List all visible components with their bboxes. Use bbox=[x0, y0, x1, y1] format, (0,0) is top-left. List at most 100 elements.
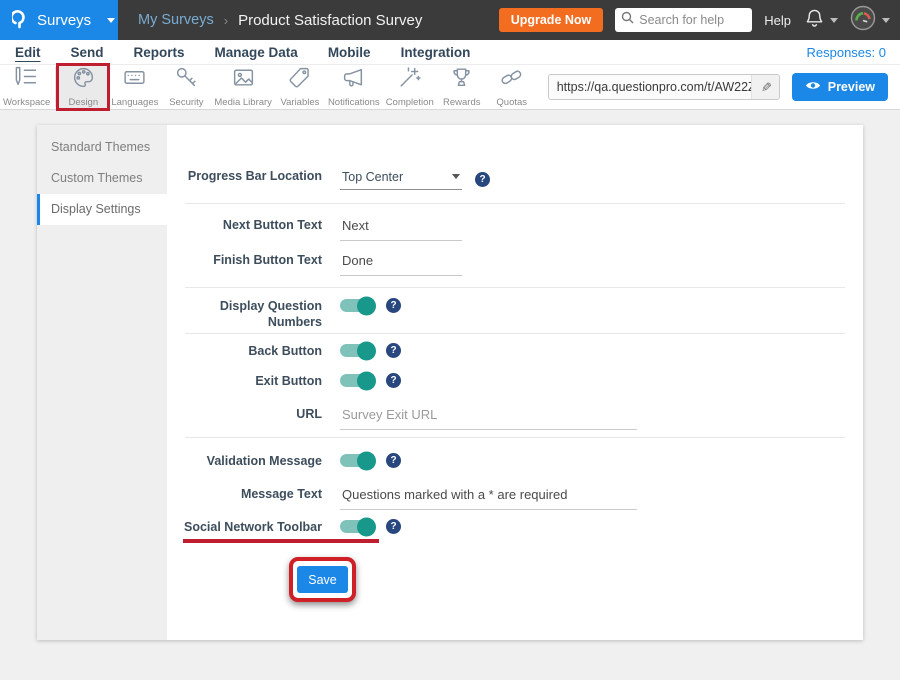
workspace-icon bbox=[14, 65, 39, 95]
page-title: Product Satisfaction Survey bbox=[238, 12, 422, 29]
sidebar-item-display-settings[interactable]: Display Settings bbox=[37, 194, 167, 225]
social-network-toolbar-label: Social Network Toolbar bbox=[167, 519, 322, 535]
search-icon bbox=[621, 11, 634, 29]
rewards-trophy-icon bbox=[449, 65, 474, 95]
toolbar-item-rewards[interactable]: Rewards bbox=[437, 65, 487, 109]
responses-count[interactable]: Responses: 0 bbox=[807, 45, 900, 60]
toolbar-item-label: Languages bbox=[111, 97, 158, 108]
account-menu-button[interactable] bbox=[850, 5, 890, 36]
social-network-toolbar-row: Social Network Toolbar bbox=[167, 519, 863, 535]
design-settings-card: Standard Themes Custom Themes Display Se… bbox=[37, 125, 863, 640]
section-divider bbox=[185, 333, 845, 334]
back-button-row: Back Button bbox=[167, 343, 863, 359]
exit-url-input[interactable] bbox=[340, 406, 637, 430]
upgrade-now-button[interactable]: Upgrade Now bbox=[499, 8, 604, 32]
toolbar-item-label: Security bbox=[169, 97, 203, 108]
preview-button[interactable]: Preview bbox=[792, 73, 888, 101]
exit-url-label: URL bbox=[167, 406, 322, 422]
message-text-input[interactable] bbox=[340, 486, 637, 510]
toolbar-item-label: Variables bbox=[280, 97, 319, 108]
tab-manage-data[interactable]: Manage Data bbox=[200, 45, 313, 60]
validation-message-toggle[interactable] bbox=[340, 454, 373, 467]
chevron-down-icon bbox=[830, 18, 838, 23]
exit-button-label: Exit Button bbox=[167, 373, 322, 389]
toolbar-item-security[interactable]: Security bbox=[161, 65, 211, 109]
annotation-red-underline bbox=[183, 539, 379, 543]
display-question-numbers-row: Display Question Numbers bbox=[167, 298, 863, 330]
toolbar-item-label: Quotas bbox=[496, 97, 527, 108]
tab-integration[interactable]: Integration bbox=[386, 45, 486, 60]
toolbar-item-completion[interactable]: Completion bbox=[383, 65, 437, 109]
tab-mobile[interactable]: Mobile bbox=[313, 45, 386, 60]
design-sidebar: Standard Themes Custom Themes Display Se… bbox=[37, 125, 167, 640]
search-input[interactable] bbox=[639, 13, 746, 27]
eye-icon bbox=[805, 80, 821, 94]
exit-button-toggle[interactable] bbox=[340, 374, 373, 387]
display-question-numbers-label: Display Question Numbers bbox=[167, 298, 322, 330]
toolbar-right-group: https://qa.questionpro.com/t/AW22Zcq2J P… bbox=[548, 65, 900, 109]
section-divider bbox=[185, 203, 845, 204]
help-icon[interactable] bbox=[386, 519, 401, 534]
toggle-knob bbox=[357, 341, 376, 360]
chevron-down-icon bbox=[452, 174, 460, 179]
edit-url-pencil-icon[interactable] bbox=[751, 75, 779, 99]
tab-reports[interactable]: Reports bbox=[119, 45, 200, 60]
display-settings-form: Progress Bar Location Top Center Next Bu… bbox=[167, 125, 863, 640]
toolbar-item-quotas[interactable]: Quotas bbox=[487, 65, 537, 109]
notifications-bell-button[interactable] bbox=[805, 8, 838, 33]
chevron-down-icon bbox=[882, 18, 890, 23]
message-text-label: Message Text bbox=[167, 486, 322, 502]
toolbar-item-notifications[interactable]: Notifications bbox=[325, 65, 383, 109]
next-button-text-row: Next Button Text bbox=[167, 217, 863, 241]
breadcrumb-my-surveys[interactable]: My Surveys bbox=[138, 12, 214, 28]
tab-send[interactable]: Send bbox=[56, 45, 119, 60]
toggle-knob bbox=[357, 296, 376, 315]
toolbar-item-workspace[interactable]: Workspace bbox=[0, 65, 53, 109]
product-menu-label: Surveys bbox=[37, 12, 91, 29]
sidebar-item-custom-themes[interactable]: Custom Themes bbox=[37, 163, 167, 194]
breadcrumb-separator-icon: › bbox=[224, 13, 228, 28]
social-network-toolbar-toggle[interactable] bbox=[340, 520, 373, 533]
progress-bar-location-label: Progress Bar Location bbox=[167, 168, 322, 184]
completion-wand-icon bbox=[397, 65, 422, 95]
toolbar-item-variables[interactable]: Variables bbox=[275, 65, 325, 109]
toolbar-item-label: Completion bbox=[386, 97, 434, 108]
quotas-chain-icon bbox=[499, 65, 524, 95]
sidebar-item-standard-themes[interactable]: Standard Themes bbox=[37, 132, 167, 163]
design-palette-icon bbox=[71, 65, 96, 95]
toolbar-item-media-library[interactable]: Media Library bbox=[211, 65, 275, 109]
progress-bar-location-row: Progress Bar Location Top Center bbox=[167, 168, 863, 190]
message-text-row: Message Text bbox=[167, 486, 863, 510]
variables-tag-icon bbox=[287, 65, 312, 95]
survey-url-field[interactable]: https://qa.questionpro.com/t/AW22Zcq2J bbox=[548, 74, 780, 100]
save-button[interactable]: Save bbox=[297, 566, 348, 593]
tab-edit[interactable]: Edit bbox=[0, 45, 56, 60]
toolbar-item-design[interactable]: Design bbox=[58, 65, 108, 109]
help-search-box[interactable] bbox=[615, 8, 752, 32]
help-icon[interactable] bbox=[386, 453, 401, 468]
display-question-numbers-toggle[interactable] bbox=[340, 299, 373, 312]
notifications-megaphone-icon bbox=[341, 65, 366, 95]
finish-button-text-row: Finish Button Text bbox=[167, 252, 863, 276]
help-icon[interactable] bbox=[386, 343, 401, 358]
help-link[interactable]: Help bbox=[764, 13, 791, 28]
toggle-knob bbox=[357, 371, 376, 390]
next-button-text-input[interactable] bbox=[340, 217, 462, 241]
finish-button-text-input[interactable] bbox=[340, 252, 462, 276]
help-icon[interactable] bbox=[386, 298, 401, 313]
help-icon[interactable] bbox=[475, 172, 490, 187]
finish-button-text-label: Finish Button Text bbox=[167, 252, 322, 268]
back-button-toggle[interactable] bbox=[340, 344, 373, 357]
breadcrumb: My Surveys › Product Satisfaction Survey bbox=[138, 12, 422, 29]
progress-bar-location-select[interactable]: Top Center bbox=[340, 168, 462, 190]
chevron-down-icon bbox=[107, 18, 115, 23]
progress-bar-location-value: Top Center bbox=[342, 170, 403, 184]
annotation-red-box-save: Save bbox=[289, 557, 356, 602]
toolbar-item-languages[interactable]: Languages bbox=[108, 65, 161, 109]
section-divider bbox=[185, 437, 845, 438]
surveys-product-menu[interactable]: Surveys bbox=[0, 0, 118, 40]
survey-nav-tabs: Edit Send Reports Manage Data Mobile Int… bbox=[0, 40, 900, 65]
help-icon[interactable] bbox=[386, 373, 401, 388]
languages-keyboard-icon bbox=[122, 65, 147, 95]
toggle-knob bbox=[357, 517, 376, 536]
